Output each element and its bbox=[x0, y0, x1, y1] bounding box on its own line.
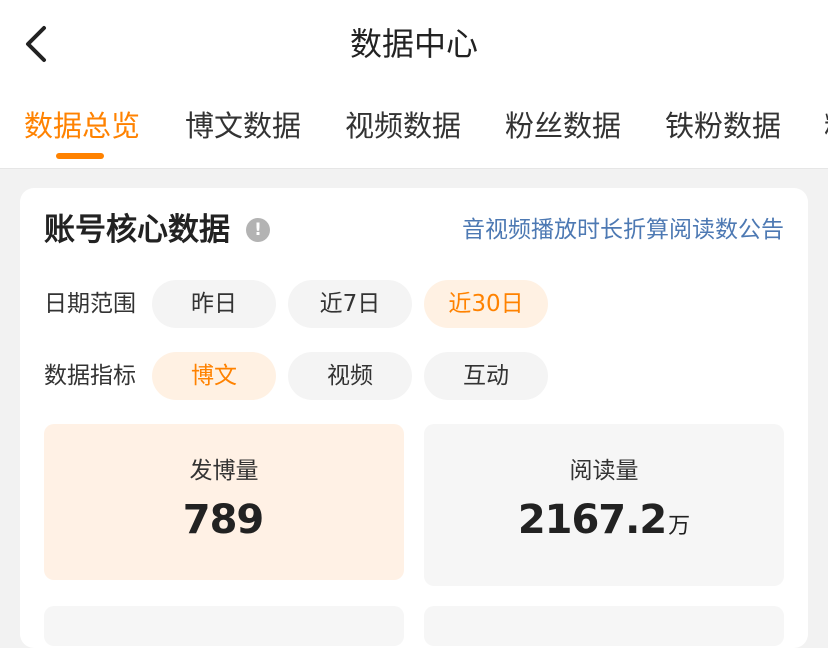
core-data-card: 账号核心数据 ! 音视频播放时长折算阅读数公告 日期范围 昨日 近7日 近30日… bbox=[20, 188, 808, 648]
stat-value: 2167.2万 bbox=[424, 494, 784, 546]
page-title: 数据中心 bbox=[349, 25, 478, 63]
tab-bar: 数据总览 博文数据 视频数据 粉丝数据 铁粉数据 粉 bbox=[0, 92, 828, 169]
date-range-label: 日期范围 bbox=[44, 291, 136, 317]
stat-card-reads[interactable]: 阅读量 2167.2万 bbox=[424, 424, 784, 586]
notice-link[interactable]: 音视频播放时长折算阅读数公告 bbox=[462, 214, 784, 246]
active-tab-indicator bbox=[56, 153, 104, 159]
stat-value: 789 bbox=[44, 494, 404, 546]
stat-card-partial[interactable] bbox=[44, 606, 404, 646]
tab-next-partial[interactable]: 粉 bbox=[824, 106, 828, 146]
tab-fans-data[interactable]: 粉丝数据 bbox=[505, 106, 621, 146]
date-chip-yesterday[interactable]: 昨日 bbox=[152, 280, 276, 328]
tab-iron-fans-data[interactable]: 铁粉数据 bbox=[665, 106, 781, 146]
tab-post-data[interactable]: 博文数据 bbox=[185, 106, 301, 146]
stat-unit: 万 bbox=[668, 514, 691, 539]
stat-number: 2167.2 bbox=[517, 497, 667, 543]
top-bar: 数据中心 bbox=[0, 0, 828, 92]
card-title: 账号核心数据 bbox=[44, 212, 230, 248]
stat-number: 789 bbox=[182, 497, 264, 543]
metric-chip-videos[interactable]: 视频 bbox=[288, 352, 412, 400]
date-chip-7-days[interactable]: 近7日 bbox=[288, 280, 412, 328]
stat-label: 阅读量 bbox=[569, 458, 639, 484]
info-icon[interactable]: ! bbox=[246, 218, 270, 242]
stat-card-partial[interactable] bbox=[424, 606, 784, 646]
metric-label: 数据指标 bbox=[44, 363, 136, 389]
stat-card-posts[interactable]: 发博量 789 bbox=[44, 424, 404, 580]
metric-chip-posts[interactable]: 博文 bbox=[152, 352, 276, 400]
stat-label: 发博量 bbox=[189, 458, 259, 484]
metric-chip-interactions[interactable]: 互动 bbox=[424, 352, 548, 400]
tab-video-data[interactable]: 视频数据 bbox=[345, 106, 461, 146]
date-chip-30-days[interactable]: 近30日 bbox=[424, 280, 548, 328]
tab-data-overview[interactable]: 数据总览 bbox=[24, 106, 140, 146]
